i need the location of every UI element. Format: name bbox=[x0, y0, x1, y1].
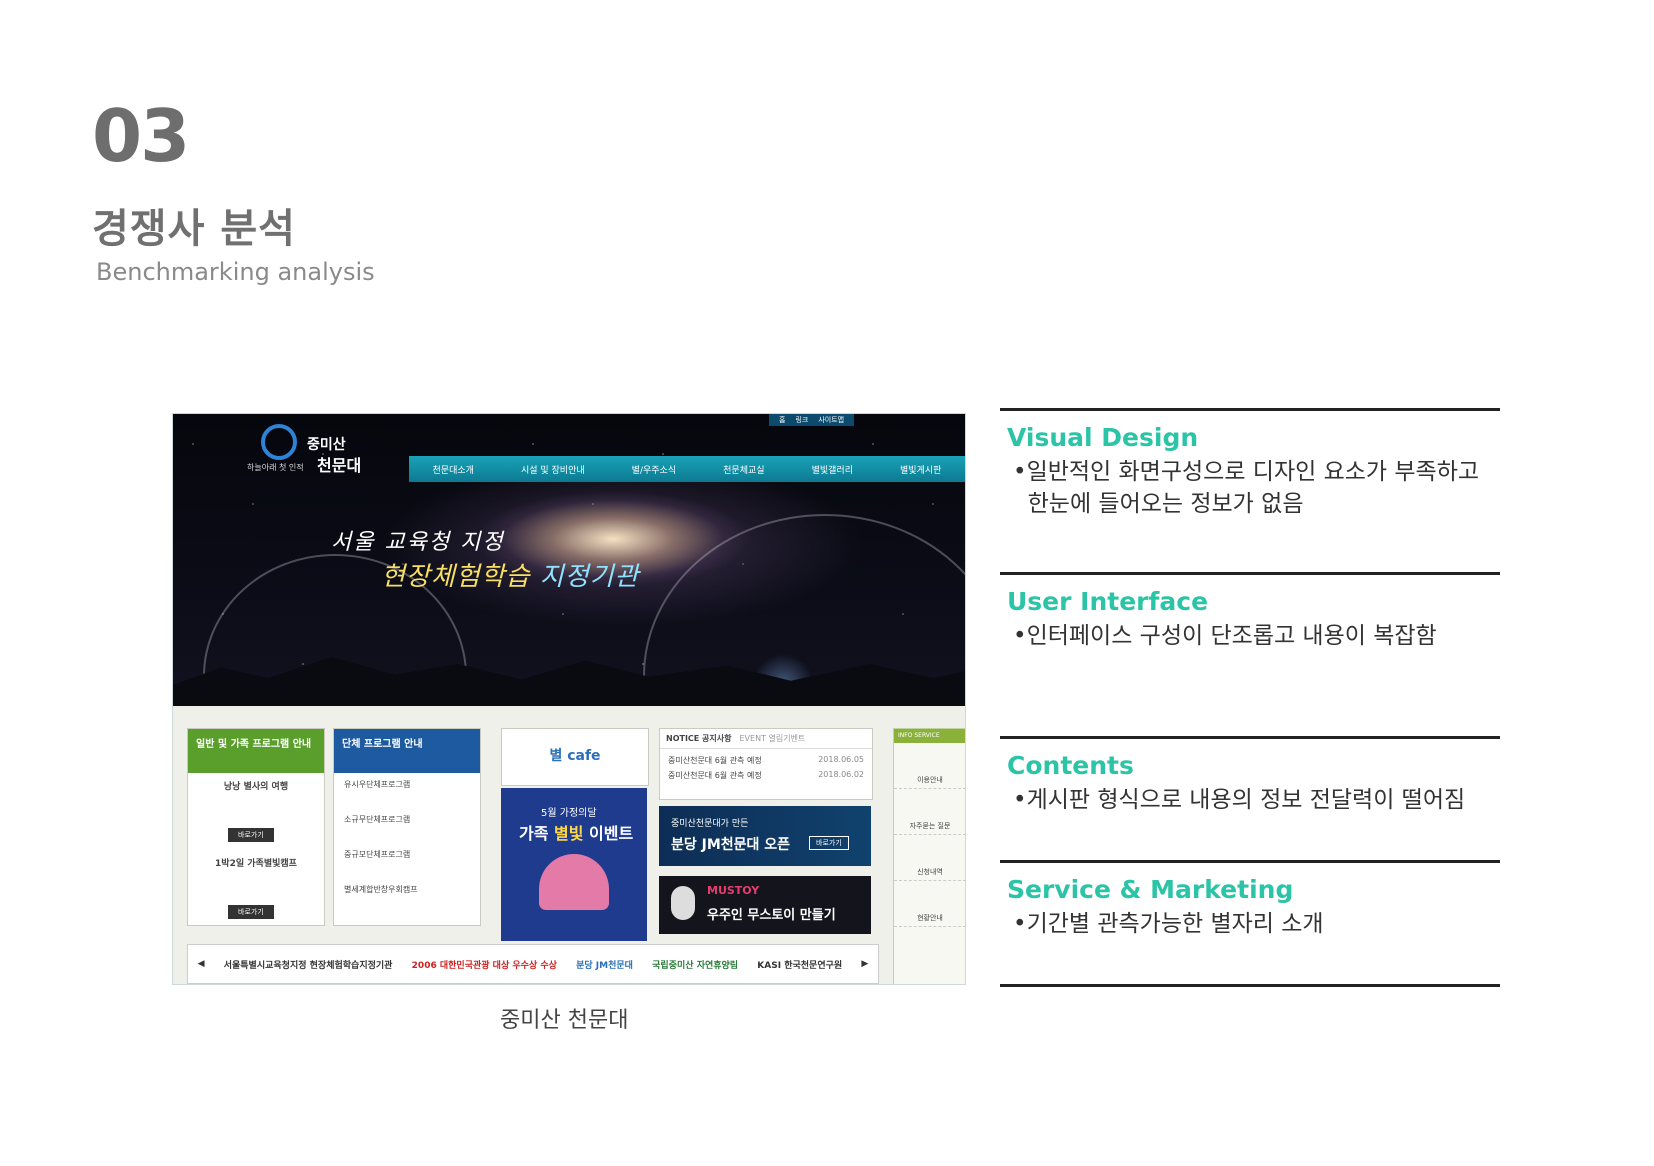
card-title: 우주인 무스토이 만들기 bbox=[707, 908, 836, 923]
logo-title-2: 천문대 bbox=[317, 456, 362, 475]
divider bbox=[1000, 736, 1500, 739]
section-title: Visual Design bbox=[1007, 423, 1199, 452]
program-desc bbox=[198, 798, 314, 816]
program-desc bbox=[198, 875, 314, 893]
section-body: •기간별 관측가능한 별자리 소개 bbox=[1013, 908, 1324, 940]
logo-icon[interactable] bbox=[261, 424, 297, 460]
sidebar-heading: INFO SERVICE bbox=[894, 729, 965, 743]
page-title: 경쟁사 분석 bbox=[92, 206, 296, 252]
astronaut-icon bbox=[671, 886, 695, 920]
event-banner[interactable]: 5월 가정의달 가족 별빛 이벤트 bbox=[501, 788, 647, 941]
prev-arrow-icon[interactable]: ◀ bbox=[198, 959, 205, 969]
section-line: •인터페이스 구성이 단조롭고 내용이 복잡함 bbox=[1013, 623, 1437, 649]
nav-item[interactable]: 시설 및 장비안내 bbox=[521, 463, 585, 476]
sidebar-item[interactable]: 현황안내 bbox=[894, 881, 965, 927]
logo-subtitle: 하늘아래 첫 인적 bbox=[247, 463, 304, 472]
partner-banner[interactable]: KASI 한국천문연구원 bbox=[757, 958, 842, 971]
info-service-sidebar: INFO SERVICE 이용안내 자주묻는 질문 신청내역 현황안내 bbox=[893, 728, 965, 984]
hero-banner: 중미산 천문대 하늘아래 첫 인적 홈 링크 사이트맵 천문대소개 시설 및 장… bbox=[173, 414, 965, 838]
mustoy-card[interactable]: MUSTOY 우주인 무스토이 만들기 bbox=[659, 876, 871, 934]
section-title: User Interface bbox=[1007, 587, 1209, 616]
partner-banner[interactable]: 서울특별시교육청지정 현장체험학습지정기관 bbox=[224, 958, 393, 971]
top-links: 홈 링크 사이트맵 bbox=[769, 414, 855, 426]
nav-item[interactable]: 천문체교실 bbox=[723, 463, 764, 476]
notice-text: 중미산천문대 6월 관측 예정 bbox=[668, 756, 762, 765]
hero-line-2: 현장체험학습 지정기관 bbox=[381, 556, 639, 593]
family-illustration bbox=[539, 854, 609, 910]
partner-banner-strip: ◀ 서울특별시교육청지정 현장체험학습지정기관 2006 대한민국관광 대상 우… bbox=[187, 944, 879, 984]
table-row[interactable]: 중미산천문대 6월 관측 예정 2018.06.05 bbox=[660, 749, 872, 766]
cafe-banner[interactable]: 별 cafe bbox=[501, 728, 649, 786]
section-line: 한눈에 들어오는 정보가 없음 bbox=[1013, 491, 1304, 517]
competitor-screenshot: 중미산 천문대 하늘아래 첫 인적 홈 링크 사이트맵 천문대소개 시설 및 장… bbox=[172, 413, 966, 985]
top-link-links[interactable]: 링크 bbox=[795, 414, 808, 426]
section-title: Contents bbox=[1007, 751, 1134, 780]
sidebar-item[interactable]: 이용안내 bbox=[894, 743, 965, 789]
hero-line-2a: 현장체험학습 bbox=[381, 562, 531, 592]
section-line: •게시판 형식으로 내용의 정보 전달력이 떨어짐 bbox=[1013, 787, 1466, 813]
partner-banner[interactable]: 분당 JM천문대 bbox=[576, 958, 633, 971]
list-item[interactable]: 유시우단체프로그램 bbox=[344, 779, 470, 790]
notice-text: 중미산천문대 6월 관측 예정 bbox=[668, 771, 762, 780]
nav-item[interactable]: 별빛게시판 bbox=[900, 463, 941, 476]
event-title: 가족 별빛 이벤트 bbox=[519, 820, 633, 844]
notice-date: 2018.06.02 bbox=[818, 770, 864, 779]
section-line: •기간별 관측가능한 별자리 소개 bbox=[1013, 911, 1324, 937]
cafe-label: 별 cafe bbox=[549, 748, 601, 764]
jm-observatory-card[interactable]: 중미산천문대가 만든 분당 JM천문대 오픈 바로가기 bbox=[659, 806, 871, 866]
partner-banner[interactable]: 국립중미산 자연휴양림 bbox=[652, 958, 738, 971]
table-row[interactable]: 중미산천문대 6월 관측 예정 2018.06.02 bbox=[660, 766, 872, 781]
nav-item[interactable]: 천문대소개 bbox=[433, 463, 474, 476]
card-subtitle: 중미산천문대가 만든 bbox=[671, 819, 749, 829]
section-line: •일반적인 화면구성으로 디자인 요소가 부족하고 bbox=[1013, 459, 1480, 485]
main-nav: 천문대소개 시설 및 장비안내 별/우주소식 천문체교실 별빛갤러리 별빛게시판 bbox=[409, 456, 965, 482]
list-item[interactable]: 중규모단체프로그램 bbox=[344, 849, 470, 860]
divider bbox=[1000, 984, 1500, 987]
card-title: 분당 JM천문대 오픈 bbox=[671, 837, 791, 853]
section-body: •일반적인 화면구성으로 디자인 요소가 부족하고 한눈에 들어오는 정보가 없… bbox=[1013, 456, 1479, 520]
sidebar-item[interactable]: 신청내역 bbox=[894, 835, 965, 881]
group-program-box: 단체 프로그램 안내 유시우단체프로그램 소규무단체프로그램 중규모단체프로그램… bbox=[333, 728, 481, 926]
event-title-a: 가족 bbox=[519, 824, 555, 843]
event-title-b: 별빛 bbox=[554, 824, 584, 843]
go-button[interactable]: 바로가기 bbox=[228, 905, 274, 919]
program-title: 1박2일 가족별빛캠프 bbox=[215, 859, 297, 869]
divider bbox=[1000, 408, 1500, 411]
nav-item[interactable]: 별빛갤러리 bbox=[812, 463, 853, 476]
section-body: •인터페이스 구성이 단조롭고 내용이 복잡함 bbox=[1013, 620, 1437, 652]
hero-line-1: 서울 교육청 지정 bbox=[331, 530, 505, 555]
hero-line-2b: 지정기관 bbox=[530, 562, 640, 592]
section-number: 03 bbox=[92, 94, 190, 178]
tab-event[interactable]: EVENT 열림기벤트 bbox=[740, 733, 806, 744]
go-button[interactable]: 바로가기 bbox=[228, 828, 274, 842]
logo-title: 중미산 bbox=[307, 437, 346, 453]
tab-notice[interactable]: NOTICE 공지사항 bbox=[666, 733, 732, 744]
screenshot-caption: 중미산 천문대 bbox=[500, 1008, 629, 1033]
divider bbox=[1000, 572, 1500, 575]
section-title: Service & Marketing bbox=[1007, 875, 1294, 904]
divider bbox=[1000, 860, 1500, 863]
top-link-home[interactable]: 홈 bbox=[779, 414, 785, 426]
content-area: 일반 및 가족 프로그램 안내 낭낭 별사의 여행 바로가기 1박2일 가족별빛… bbox=[173, 706, 965, 984]
box-heading: 단체 프로그램 안내 bbox=[334, 729, 480, 773]
go-button[interactable]: 바로가기 bbox=[809, 836, 849, 850]
section-body: •게시판 형식으로 내용의 정보 전달력이 떨어짐 bbox=[1013, 784, 1465, 816]
notice-date: 2018.06.05 bbox=[818, 755, 864, 764]
list-item[interactable]: 별세계합반창우회캠프 bbox=[344, 884, 470, 895]
box-heading: 일반 및 가족 프로그램 안내 bbox=[188, 729, 324, 773]
program-title: 낭낭 별사의 여행 bbox=[223, 782, 289, 792]
nav-item[interactable]: 별/우주소식 bbox=[632, 463, 676, 476]
event-title-c: 이벤트 bbox=[583, 824, 634, 843]
top-link-sitemap[interactable]: 사이트맵 bbox=[818, 414, 844, 426]
partner-banner[interactable]: 2006 대한민국관광 대상 우수상 수상 bbox=[412, 958, 557, 971]
event-subtitle: 5월 가정의달 bbox=[541, 808, 597, 819]
notice-board: NOTICE 공지사항 EVENT 열림기벤트 중미산천문대 6월 관측 예정 … bbox=[659, 728, 873, 800]
family-program-box: 일반 및 가족 프로그램 안내 낭낭 별사의 여행 바로가기 1박2일 가족별빛… bbox=[187, 728, 325, 926]
list-item[interactable]: 소규무단체프로그램 bbox=[344, 814, 470, 825]
next-arrow-icon[interactable]: ▶ bbox=[861, 959, 868, 969]
page-subtitle: Benchmarking analysis bbox=[96, 258, 375, 286]
sidebar-item[interactable]: 자주묻는 질문 bbox=[894, 789, 965, 835]
card-brand: MUSTOY bbox=[707, 884, 760, 897]
